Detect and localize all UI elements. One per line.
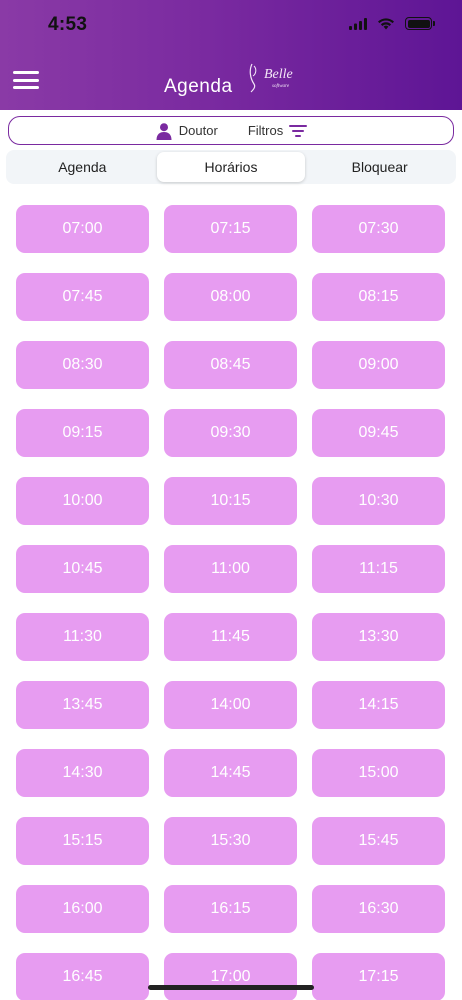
time-slot-button[interactable]: 07:30: [312, 205, 445, 253]
filter-lines-icon: [289, 124, 308, 137]
time-slot-button[interactable]: 14:30: [16, 749, 149, 797]
page-title: Agenda: [164, 76, 233, 97]
segmented-tabs: Agenda Horários Bloquear: [6, 150, 456, 184]
time-slot-button[interactable]: 17:15: [312, 953, 445, 1000]
tab-agenda[interactable]: Agenda: [8, 152, 157, 182]
time-slot-button[interactable]: 14:00: [164, 681, 297, 729]
time-slot-button[interactable]: 09:45: [312, 409, 445, 457]
wifi-icon: [378, 18, 394, 30]
time-slot-button[interactable]: 10:15: [164, 477, 297, 525]
time-slot-button[interactable]: 07:15: [164, 205, 297, 253]
time-slot-button[interactable]: 11:30: [16, 613, 149, 661]
time-slot-button[interactable]: 07:45: [16, 273, 149, 321]
doctor-filter-button[interactable]: Doutor: [155, 122, 218, 140]
time-slot-button[interactable]: 11:45: [164, 613, 297, 661]
time-slot-button[interactable]: 08:30: [16, 341, 149, 389]
time-slot-button[interactable]: 15:30: [164, 817, 297, 865]
time-slot-button[interactable]: 13:30: [312, 613, 445, 661]
time-slot-button[interactable]: 16:15: [164, 885, 297, 933]
time-slot-button[interactable]: 09:15: [16, 409, 149, 457]
belle-logo: Belle software: [249, 63, 293, 93]
time-slot-button[interactable]: 09:00: [312, 341, 445, 389]
battery-icon: [405, 17, 435, 30]
svg-text:Belle: Belle: [264, 67, 293, 82]
time-slot-button[interactable]: 10:45: [16, 545, 149, 593]
time-slot-button[interactable]: 09:30: [164, 409, 297, 457]
person-icon: [156, 122, 172, 140]
tab-bloquear[interactable]: Bloquear: [305, 152, 454, 182]
time-slot-grid: 07:00 07:15 07:30 07:45 08:00 08:15 08:30 08:45…: [16, 205, 446, 1000]
doctor-label: Doutor: [178, 123, 218, 138]
time-slot-button[interactable]: 08:00: [164, 273, 297, 321]
time-slot-button[interactable]: 08:45: [164, 341, 297, 389]
svg-text:software: software: [272, 84, 290, 89]
status-time: 4:53: [48, 14, 88, 35]
signal-icon: [349, 17, 367, 30]
time-slot-button[interactable]: 11:15: [312, 545, 445, 593]
menu-button[interactable]: [13, 71, 39, 91]
home-indicator: [148, 985, 314, 990]
app-header: 4:53 Agenda Belle software: [0, 0, 462, 110]
time-slot-button[interactable]: 13:45: [16, 681, 149, 729]
time-slot-button[interactable]: 16:00: [16, 885, 149, 933]
time-slot-button[interactable]: 11:00: [164, 545, 297, 593]
filter-bar: Doutor Filtros: [8, 116, 454, 145]
status-icons: [349, 17, 435, 30]
hamburger-icon: [13, 71, 39, 74]
time-slot-button[interactable]: 14:15: [312, 681, 445, 729]
time-slot-button[interactable]: 15:00: [312, 749, 445, 797]
time-slot-button[interactable]: 10:30: [312, 477, 445, 525]
time-slot-button[interactable]: 08:15: [312, 273, 445, 321]
time-slot-button[interactable]: 15:45: [312, 817, 445, 865]
time-slot-button[interactable]: 16:45: [16, 953, 149, 1000]
time-slot-button[interactable]: 17:00: [164, 953, 297, 1000]
time-slot-button[interactable]: 10:00: [16, 477, 149, 525]
time-slot-button[interactable]: 15:15: [16, 817, 149, 865]
time-slot-button[interactable]: 14:45: [164, 749, 297, 797]
filters-label: Filtros: [247, 123, 284, 138]
time-slot-button[interactable]: 07:00: [16, 205, 149, 253]
tab-horarios[interactable]: Horários: [156, 152, 306, 182]
filters-button[interactable]: Filtros: [247, 123, 308, 138]
time-slot-button[interactable]: 16:30: [312, 885, 445, 933]
